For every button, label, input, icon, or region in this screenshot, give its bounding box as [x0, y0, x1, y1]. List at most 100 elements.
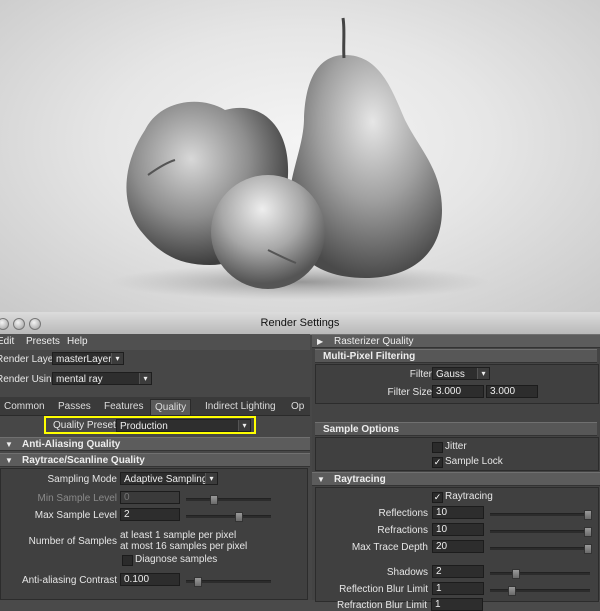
left-panel: Render Layer masterLayer ▾ Render Using … [0, 350, 310, 600]
tab-passes[interactable]: Passes [58, 399, 91, 414]
reflections-label: Reflections [378, 508, 428, 519]
max-sample-level-field[interactable]: 2 [120, 508, 180, 521]
dropdown-arrow-icon: ▾ [477, 368, 489, 379]
window-titlebar: Render Settings [0, 312, 600, 335]
render-layer-value: masterLayer [56, 354, 112, 365]
dropdown-arrow-icon: ▾ [205, 473, 217, 484]
slider-knob[interactable] [512, 569, 520, 579]
section-multi-pixel-title: Multi-Pixel Filtering [323, 351, 416, 362]
quality-presets-value: Production [120, 421, 168, 432]
refractions-label: Refractions [377, 525, 428, 536]
render-layer-dropdown[interactable]: masterLayer ▾ [52, 352, 124, 365]
tab-indirect-lighting[interactable]: Indirect Lighting [205, 399, 276, 414]
slider-knob[interactable] [508, 586, 516, 596]
filter-size-y-field[interactable]: 3.000 [486, 385, 538, 398]
sample-lock-checkbox[interactable]: ✓ [432, 457, 443, 468]
tab-features[interactable]: Features [104, 399, 143, 414]
triangle-down-icon: ▼ [5, 456, 13, 465]
raytracing-group: ✓ Raytracing Reflections 10 Refractions … [315, 487, 599, 602]
shadows-slider[interactable] [490, 569, 590, 579]
raytracing-checkbox[interactable]: ✓ [432, 492, 443, 503]
right-panel: ▶ Rasterizer Quality Multi-Pixel Filteri… [312, 334, 600, 611]
tab-common[interactable]: Common [4, 399, 45, 414]
section-anti-aliasing[interactable]: ▼ Anti-Aliasing Quality [0, 437, 310, 451]
sampling-mode-label: Sampling Mode [47, 474, 117, 485]
section-sample-options[interactable]: Sample Options [315, 422, 597, 436]
triangle-down-icon: ▼ [317, 475, 325, 484]
section-raytracing-title: Raytracing [334, 474, 386, 485]
jitter-checkbox[interactable] [432, 442, 443, 453]
render-using-dropdown[interactable]: mental ray ▾ [52, 372, 152, 385]
refraction-blur-limit-label: Refraction Blur Limit [336, 600, 427, 611]
fruit-render-image [110, 17, 490, 300]
menu-edit[interactable]: Edit [0, 336, 14, 347]
dropdown-arrow-icon: ▾ [139, 373, 151, 384]
max-sample-level-slider[interactable] [186, 512, 271, 522]
triangle-right-icon: ▶ [317, 337, 324, 346]
tab-quality[interactable]: Quality [150, 399, 192, 415]
section-raytrace-scanline-title: Raytrace/Scanline Quality [22, 455, 145, 466]
sample-lock-label: Sample Lock [445, 456, 503, 467]
diagnose-samples-label: Diagnose samples [135, 554, 218, 565]
shadows-field[interactable]: 2 [432, 565, 484, 578]
slider-knob[interactable] [194, 577, 202, 587]
reflection-blur-limit-slider[interactable] [490, 586, 590, 596]
max-trace-depth-field[interactable]: 20 [432, 540, 484, 553]
tab-options[interactable]: Op [291, 399, 304, 414]
menu-presets[interactable]: Presets [26, 336, 60, 347]
section-multi-pixel-filtering[interactable]: Multi-Pixel Filtering [315, 349, 597, 363]
check-mark-icon: ✓ [433, 457, 442, 467]
dropdown-arrow-icon: ▾ [238, 420, 250, 431]
samples-min-text: at least 1 sample per pixel [120, 530, 237, 541]
quality-presets-dropdown[interactable]: Production ▾ [116, 419, 251, 432]
refractions-slider[interactable] [490, 527, 592, 537]
sampling-group: Sampling Mode Adaptive Sampling ▾ Min Sa… [0, 468, 308, 600]
max-trace-depth-label: Max Trace Depth [351, 542, 428, 553]
anti-aliasing-contrast-slider[interactable] [186, 577, 271, 587]
sampling-mode-value: Adaptive Sampling [124, 474, 208, 485]
section-rasterizer[interactable]: ▶ Rasterizer Quality [312, 334, 600, 348]
dropdown-arrow-icon: ▾ [111, 353, 123, 364]
reflection-blur-limit-field[interactable]: 1 [432, 582, 484, 595]
sample-options-group: Jitter ✓ Sample Lock [315, 437, 599, 471]
anti-aliasing-contrast-field[interactable]: 0.100 [120, 573, 180, 586]
render-preview [0, 0, 600, 312]
max-trace-depth-slider[interactable] [490, 544, 592, 554]
anti-aliasing-contrast-label: Anti-aliasing Contrast [21, 575, 117, 586]
sampling-mode-dropdown[interactable]: Adaptive Sampling ▾ [120, 472, 218, 485]
slider-knob[interactable] [235, 512, 243, 522]
check-mark-icon: ✓ [433, 492, 442, 502]
render-using-value: mental ray [56, 374, 103, 385]
filter-label: Filter [409, 369, 432, 380]
section-anti-aliasing-title: Anti-Aliasing Quality [22, 439, 121, 450]
menu-bar: Edit Presets Help [0, 334, 310, 350]
raytracing-label: Raytracing [445, 491, 493, 502]
slider-knob[interactable] [584, 527, 592, 537]
section-sample-options-title: Sample Options [323, 424, 400, 435]
section-raytrace-scanline[interactable]: ▼ Raytrace/Scanline Quality [0, 453, 310, 467]
samples-max-text: at most 16 samples per pixel [120, 541, 248, 552]
slider-knob [210, 495, 218, 505]
jitter-label: Jitter [445, 441, 467, 452]
slider-knob[interactable] [584, 544, 592, 554]
shadows-label: Shadows [386, 567, 428, 578]
min-sample-level-label: Min Sample Level [37, 493, 117, 504]
section-rasterizer-title: Rasterizer Quality [334, 336, 414, 347]
refractions-field[interactable]: 10 [432, 523, 484, 536]
min-sample-level-slider [186, 495, 271, 505]
filter-dropdown[interactable]: Gauss ▾ [432, 367, 490, 380]
render-layer-label: Render Layer [0, 354, 57, 365]
reflection-blur-limit-label: Reflection Blur Limit [339, 584, 428, 595]
slider-knob[interactable] [584, 510, 592, 520]
filter-size-label: Filter Size [387, 387, 432, 398]
menu-help[interactable]: Help [67, 336, 88, 347]
section-raytracing[interactable]: ▼ Raytracing [312, 472, 600, 486]
render-using-label: Render Using [0, 374, 58, 385]
number-of-samples-label: Number of Samples [28, 536, 117, 547]
reflections-slider[interactable] [490, 510, 592, 520]
max-sample-level-label: Max Sample Level [34, 510, 117, 521]
filter-size-x-field[interactable]: 3.000 [432, 385, 484, 398]
reflections-field[interactable]: 10 [432, 506, 484, 519]
diagnose-samples-checkbox[interactable] [122, 555, 133, 566]
triangle-down-icon: ▼ [5, 440, 13, 449]
